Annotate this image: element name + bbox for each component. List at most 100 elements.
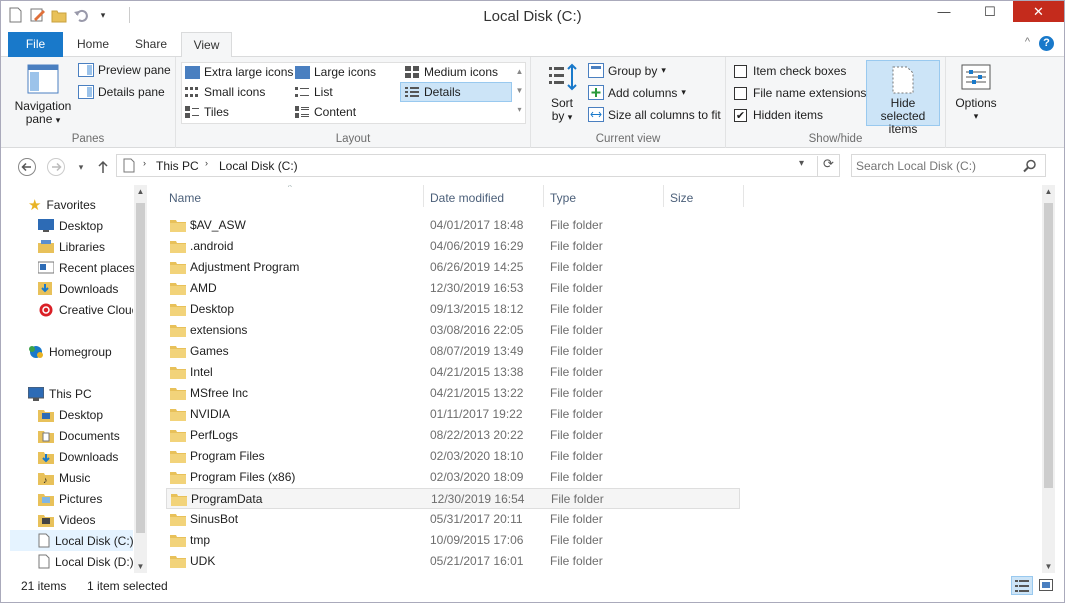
search-icon[interactable] — [1023, 159, 1037, 173]
file-row[interactable]: Desktop 09/13/2015 18:12 File folder — [166, 299, 740, 320]
layout-item-label: Tiles — [204, 105, 229, 119]
nav-favorites-downloads[interactable]: Downloads — [38, 278, 118, 299]
group-by-button[interactable]: Group by ▾ — [588, 63, 666, 78]
tab-file[interactable]: File — [8, 32, 63, 57]
hide-selected-items-button[interactable]: Hide selected items — [866, 60, 940, 136]
recent-locations-button[interactable]: ▾ — [71, 157, 91, 177]
file-list-scrollbar-thumb[interactable] — [1044, 203, 1053, 488]
explorer-window: ▾ Local Disk (C:) — ☐ ✕ File Home Share … — [0, 0, 1065, 603]
layout-extra-large-icons[interactable]: Extra large icons — [185, 65, 293, 79]
nav-this-pc-videos[interactable]: Videos — [38, 509, 95, 530]
file-row[interactable]: SinusBot 05/31/2017 20:11 File folder — [166, 509, 740, 530]
nav-favorites-desktop[interactable]: Desktop — [38, 215, 103, 236]
chevron-up-icon[interactable]: ▲ — [1042, 187, 1055, 196]
file-row[interactable]: PerfLogs 08/22/2013 20:22 File folder — [166, 425, 740, 446]
nav-scrollbar[interactable]: ▲ ▼ — [134, 185, 147, 573]
file-row[interactable]: NVIDIA 01/11/2017 19:22 File folder — [166, 404, 740, 425]
folder-icon — [170, 535, 186, 547]
address-bar[interactable]: › This PC › Local Disk (C:) ▾ ⟳ — [116, 154, 840, 177]
nav-homegroup[interactable]: Homegroup — [28, 341, 112, 362]
file-row[interactable]: extensions 03/08/2016 22:05 File folder — [166, 320, 740, 341]
tab-share[interactable]: Share — [121, 32, 181, 57]
search-box[interactable] — [851, 154, 1046, 177]
nav-this-pc-pictures[interactable]: Pictures — [38, 488, 102, 509]
gallery-scroll[interactable]: ▲ ▼ ▾ — [513, 62, 526, 124]
chevron-down-icon[interactable]: ▼ — [1042, 562, 1055, 571]
folder-icon — [170, 220, 186, 232]
chevron-down-icon[interactable]: ▾ — [799, 158, 804, 169]
options-button[interactable]: Options ▾ — [951, 63, 1001, 123]
nav-this-pc-documents[interactable]: Documents — [38, 425, 120, 446]
chevron-down-icon[interactable]: ▼ — [134, 562, 147, 571]
file-row[interactable]: Games 08/07/2019 13:49 File folder — [166, 341, 740, 362]
nav-this-pc[interactable]: This PC — [28, 383, 92, 404]
nav-favorites-recent-places[interactable]: Recent places — [38, 257, 135, 278]
nav-favorites-creative-cloud[interactable]: Creative Cloud — [38, 299, 133, 320]
nav-scrollbar-thumb[interactable] — [136, 203, 145, 533]
hidden-items-toggle[interactable]: ✔ Hidden items — [734, 108, 823, 122]
back-button[interactable] — [17, 157, 37, 177]
preview-pane-button[interactable]: Preview pane — [78, 63, 171, 77]
file-row[interactable]: Adjustment Program 06/26/2019 14:25 File f… — [166, 257, 740, 278]
file-name-extensions-checkbox[interactable] — [734, 86, 747, 100]
file-row[interactable]: Intel 04/21/2015 13:38 File folder — [166, 362, 740, 383]
layout-large-icons[interactable]: Large icons — [295, 65, 376, 79]
nav-this-pc-local-disk-c[interactable]: Local Disk (C:) — [10, 530, 133, 551]
minimize-button[interactable]: — — [921, 1, 967, 22]
column-header-date-modified[interactable]: Date modified — [430, 185, 504, 209]
layout-tiles[interactable]: Tiles — [185, 105, 229, 119]
file-row[interactable]: UDK 05/21/2017 16:01 File folder — [166, 551, 740, 572]
file-row[interactable]: AMD 12/30/2019 16:53 File folder — [166, 278, 740, 299]
add-columns-button[interactable]: Add columns ▾ — [588, 85, 686, 100]
maximize-button[interactable]: ☐ — [967, 1, 1013, 22]
details-pane-button[interactable]: Details pane — [78, 85, 165, 99]
tab-home[interactable]: Home — [65, 32, 121, 57]
navigation-pane-button[interactable]: Navigation pane ▾ — [9, 63, 77, 127]
search-input[interactable] — [856, 157, 1016, 174]
breadcrumb-local-disk[interactable]: Local Disk (C:) — [219, 159, 298, 173]
nav-favorites[interactable]: ★ Favorites — [28, 194, 96, 215]
nav-label: Desktop — [59, 407, 104, 422]
nav-favorites-libraries[interactable]: Libraries — [38, 236, 105, 257]
medium-icons-icon — [405, 65, 419, 78]
file-row[interactable]: $AV_ASW 04/01/2017 18:48 File folder — [166, 215, 740, 236]
column-header-name[interactable]: Name — [169, 185, 201, 209]
layout-small-icons[interactable]: Small icons — [185, 85, 265, 99]
file-list-scrollbar[interactable]: ▲ ▼ — [1042, 185, 1055, 573]
tab-view[interactable]: View — [181, 32, 232, 58]
layout-medium-icons[interactable]: Medium icons — [405, 65, 498, 79]
refresh-icon[interactable]: ⟳ — [817, 156, 839, 176]
large-icons-view-toggle[interactable] — [1036, 576, 1056, 595]
nav-this-pc-desktop[interactable]: Desktop — [38, 404, 103, 425]
layout-details[interactable]: Details — [400, 82, 512, 102]
breadcrumb-this-pc[interactable]: This PC — [156, 159, 199, 173]
file-row[interactable]: ProgramData 12/30/2019 16:54 File folder — [166, 488, 740, 509]
file-row[interactable]: tmp 10/09/2015 17:06 File folder — [166, 530, 740, 551]
hidden-items-checkbox[interactable]: ✔ — [734, 108, 747, 122]
nav-this-pc-local-disk-d[interactable]: Local Disk (D:) — [38, 551, 133, 572]
file-row[interactable]: .android 04/06/2019 16:29 File folder — [166, 236, 740, 257]
close-button[interactable]: ✕ — [1013, 1, 1064, 22]
item-check-boxes-toggle[interactable]: Item check boxes — [734, 64, 846, 78]
collapse-ribbon-icon[interactable]: ^ — [1025, 36, 1030, 48]
column-header-size[interactable]: Size — [670, 185, 693, 209]
creative-cloud-icon — [39, 303, 53, 316]
layout-list[interactable]: List — [295, 85, 333, 99]
item-check-boxes-checkbox[interactable] — [734, 64, 747, 78]
help-icon[interactable]: ? — [1039, 36, 1054, 51]
chevron-down-icon: ▾ — [681, 87, 686, 97]
column-header-type[interactable]: Type — [550, 185, 576, 209]
nav-this-pc-downloads[interactable]: Downloads — [38, 446, 118, 467]
file-row[interactable]: Program Files 02/03/2020 18:10 File folder — [166, 446, 740, 467]
nav-this-pc-music[interactable]: ♪ Music — [38, 467, 90, 488]
chevron-up-icon[interactable]: ▲ — [134, 187, 147, 196]
sort-by-button[interactable]: Sort by ▾ — [545, 63, 579, 124]
details-view-toggle[interactable] — [1011, 576, 1033, 595]
size-all-columns-button[interactable]: Size all columns to fit — [588, 107, 721, 122]
forward-button[interactable] — [46, 157, 66, 177]
layout-content[interactable]: Content — [295, 105, 356, 119]
file-row[interactable]: Program Files (x86) 02/03/2020 18:09 File … — [166, 467, 740, 488]
file-name-extensions-toggle[interactable]: File name extensions — [734, 86, 866, 100]
up-button[interactable] — [93, 157, 113, 177]
file-row[interactable]: MSfree Inc 04/21/2015 13:22 File folder — [166, 383, 740, 404]
